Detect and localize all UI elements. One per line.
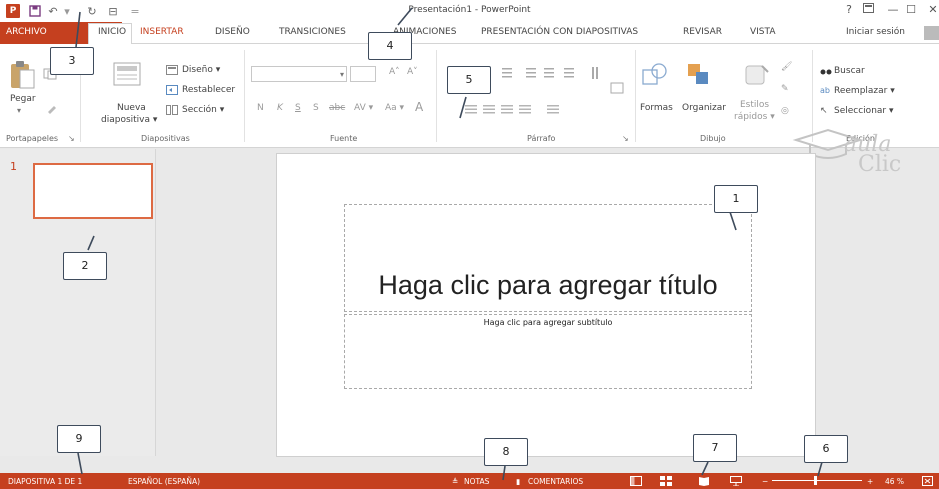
callout-pointer-3 xyxy=(75,11,81,48)
callout-pointer-7 xyxy=(701,461,709,476)
callout-pointer-5 xyxy=(459,96,467,119)
callout-pointer-9 xyxy=(77,452,83,475)
callout-1: 1 xyxy=(714,185,758,213)
callout-9: 9 xyxy=(57,425,101,453)
callout-pointer-2 xyxy=(87,235,95,251)
callout-8: 8 xyxy=(484,438,528,466)
callout-2: 2 xyxy=(63,252,107,280)
callout-pointer-8 xyxy=(502,465,506,481)
callout-pointer-4 xyxy=(397,7,413,26)
callout-7: 7 xyxy=(693,434,737,462)
callout-pointer-6 xyxy=(817,461,823,477)
callout-pointer-1 xyxy=(729,211,737,231)
callout-4: 4 xyxy=(368,32,412,60)
callout-6: 6 xyxy=(804,435,848,463)
callout-3: 3 xyxy=(50,47,94,75)
callout-5: 5 xyxy=(447,66,491,94)
